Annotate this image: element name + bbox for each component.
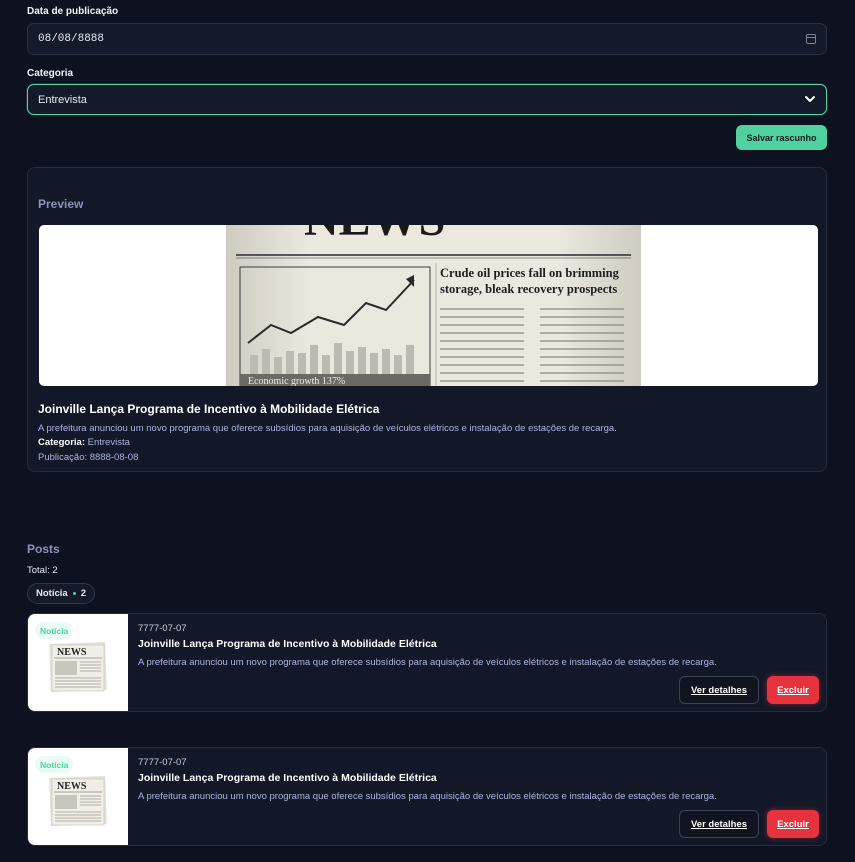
date-value: 08/08/8888: [38, 33, 105, 45]
date-label: Data de publicação: [27, 6, 119, 17]
image-headline-1: Crude oil prices fall on brimming: [440, 266, 620, 280]
chip-count: 2: [80, 588, 86, 599]
newspaper-thumbnail-image: NEWS: [49, 776, 107, 826]
newspaper-image: NEWS Economic growth 137% Crude oil pric…: [226, 225, 641, 386]
category-badge: Notícia: [35, 622, 74, 639]
preview-title: Preview: [38, 197, 84, 211]
thumbnail-masthead: NEWS: [57, 781, 87, 792]
post-thumbnail: NEWS Notícia: [28, 614, 128, 711]
posts-title: Posts: [27, 542, 60, 556]
preview-card: Preview NEWS: [27, 167, 827, 472]
masthead-text: NEWS: [304, 225, 445, 246]
category-badge: Notícia: [35, 756, 74, 773]
preview-category: Categoria: Entrevista: [38, 437, 130, 448]
date-input[interactable]: 08/08/8888: [27, 23, 827, 55]
delete-button[interactable]: Excluir: [767, 810, 819, 838]
view-details-button[interactable]: Ver detalhes: [679, 676, 759, 704]
image-headline-2: storage, bleak recovery prospects: [440, 282, 617, 296]
save-draft-button[interactable]: Salvar rascunho: [736, 125, 827, 150]
category-select[interactable]: Entrevista: [27, 84, 827, 115]
posts-total: Total: 2: [27, 565, 58, 576]
chevron-down-icon: [805, 96, 815, 102]
chip-label: Notícia: [36, 588, 68, 599]
preview-publication: Publicação: 8888-08-08: [38, 452, 139, 463]
category-filter-chip[interactable]: Notícia 2: [27, 583, 95, 604]
preview-image: NEWS Economic growth 137% Crude oil pric…: [39, 225, 818, 386]
post-title: Joinville Lança Programa de Incentivo à …: [138, 772, 437, 784]
calendar-icon[interactable]: [806, 34, 816, 44]
preview-headline: Joinville Lança Programa de Incentivo à …: [38, 402, 380, 416]
post-description: A prefeitura anunciou um novo programa q…: [138, 657, 717, 668]
post-card: NEWS Notícia 7777-07-07 Joinville Lança …: [27, 747, 827, 846]
chip-dot: [72, 592, 76, 595]
preview-description: A prefeitura anunciou um novo programa q…: [38, 423, 617, 434]
chart-caption: Economic growth 137%: [248, 376, 345, 386]
thumbnail-masthead: NEWS: [57, 647, 87, 658]
newspaper-thumbnail-image: NEWS: [49, 642, 107, 692]
view-details-button[interactable]: Ver detalhes: [679, 810, 759, 838]
preview-category-value: Entrevista: [87, 437, 130, 448]
post-card: NEWS Notícia 7777-07-07 Joinville Lança …: [27, 613, 827, 712]
category-selected-value: Entrevista: [38, 93, 87, 106]
preview-category-key: Categoria:: [38, 437, 85, 448]
category-label: Categoria: [27, 68, 74, 79]
post-description: A prefeitura anunciou um novo programa q…: [138, 791, 717, 802]
post-date: 7777-07-07: [138, 757, 187, 768]
post-date: 7777-07-07: [138, 623, 187, 634]
post-title: Joinville Lança Programa de Incentivo à …: [138, 638, 437, 650]
post-thumbnail: NEWS Notícia: [28, 748, 128, 845]
delete-button[interactable]: Excluir: [767, 676, 819, 704]
